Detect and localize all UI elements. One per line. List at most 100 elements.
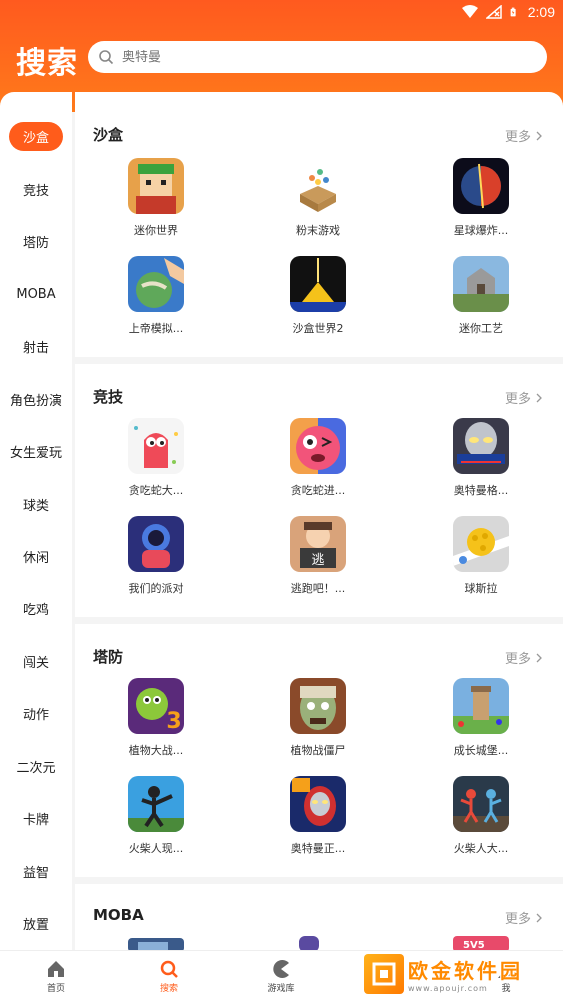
- stickman-battle-icon: [453, 776, 509, 832]
- game-name: 植物战僵尸: [290, 744, 346, 757]
- section-moba: MOBA 更多 5V5: [75, 884, 563, 950]
- moba-game-icon[interactable]: [128, 938, 184, 950]
- signal-off-icon: [485, 5, 502, 19]
- section-title: 竞技: [93, 388, 124, 406]
- status-time: 2:09: [527, 4, 555, 20]
- escape-icon: 逃: [290, 516, 346, 572]
- game-name: 贪吃蛇大...: [128, 484, 184, 497]
- game-item[interactable]: 植物战僵尸: [263, 678, 373, 758]
- sidebar-item-label: 沙盒: [8, 121, 63, 151]
- search-bar[interactable]: [88, 41, 547, 73]
- moba-game-icon[interactable]: 5V5: [453, 936, 509, 950]
- sidebar-item-levels[interactable]: 闯关: [0, 646, 72, 676]
- game-item[interactable]: 成长城堡...: [426, 678, 536, 758]
- search-icon: [99, 50, 114, 65]
- search-input[interactable]: [122, 49, 502, 65]
- game-library-icon: [273, 960, 289, 978]
- game-name: 星球爆炸...: [453, 224, 509, 237]
- section-competitive: 竞技 更多 贪吃蛇大... 贪吃蛇进... 奥特曼格... 我们的派对 逃 逃跑…: [75, 364, 563, 617]
- game-item[interactable]: 逃 逃跑吧！...: [263, 516, 373, 596]
- svg-text:5V5: 5V5: [463, 940, 485, 950]
- game-name: 我们的派对: [128, 582, 184, 595]
- game-item[interactable]: 火柴人大...: [426, 776, 536, 856]
- chevron-right-icon: [536, 393, 542, 402]
- sidebar-item-anime[interactable]: 二次元: [0, 751, 72, 781]
- watermark-logo-icon: [372, 962, 396, 986]
- sidebar-item-label: 竞技: [22, 183, 49, 199]
- game-item[interactable]: 星球爆炸...: [426, 158, 536, 238]
- game-item[interactable]: 迷你工艺: [426, 256, 536, 336]
- game-item[interactable]: 奥特曼格...: [426, 418, 536, 498]
- sidebar-item-sandbox[interactable]: 沙盒: [0, 121, 72, 151]
- game-name: 植物大战...: [128, 744, 184, 757]
- sidebar-item-card[interactable]: 卡牌: [0, 803, 72, 833]
- sidebar-item-battle-royale[interactable]: 吃鸡: [0, 593, 72, 623]
- sidebar-item-label: 吃鸡: [22, 602, 49, 618]
- sidebar-item-shooting[interactable]: 射击: [0, 331, 72, 361]
- moba-game-icon[interactable]: [299, 936, 319, 950]
- game-item[interactable]: 上帝模拟...: [101, 256, 211, 336]
- sidebar-item-ball[interactable]: 球类: [0, 489, 72, 519]
- mini-craft-icon: [453, 256, 509, 312]
- sidebar-item-label: 角色扮演: [9, 393, 62, 409]
- sidebar-item-tower-defense[interactable]: 塔防: [0, 226, 72, 256]
- page-title: 搜索: [16, 46, 78, 81]
- powder-game-icon: [290, 158, 346, 214]
- game-name: 奥特曼格...: [453, 484, 509, 497]
- sidebar-item-rpg[interactable]: 角色扮演: [0, 384, 72, 414]
- watermark-url: www.apoujr.com: [408, 984, 488, 993]
- sidebar-item-label: 放置: [22, 917, 49, 933]
- game-item[interactable]: 贪吃蛇进...: [263, 418, 373, 498]
- game-item[interactable]: 粉末游戏: [263, 158, 373, 238]
- more-label: 更多: [504, 130, 531, 145]
- game-name: 贪吃蛇进...: [290, 484, 346, 497]
- sidebar-item-label: 休闲: [22, 550, 49, 566]
- sidebar-item-competitive[interactable]: 竞技: [0, 174, 72, 204]
- game-item[interactable]: 迷你世界: [101, 158, 211, 238]
- sidebar-item-idle[interactable]: 放置: [0, 908, 72, 938]
- game-name: 沙盒世界2: [292, 322, 344, 335]
- ball-zilla-icon: [453, 516, 509, 572]
- more-link[interactable]: 更多: [505, 908, 543, 927]
- game-item[interactable]: 奥特曼正...: [263, 776, 373, 856]
- game-item[interactable]: 球斯拉: [426, 516, 536, 596]
- nav-game-library[interactable]: 游戏库: [251, 959, 311, 994]
- watermark: 欧金软件园 www.apoujr.com: [364, 952, 560, 996]
- game-name: 逃跑吧！...: [290, 582, 346, 595]
- sidebar-item-label: MOBA: [16, 286, 56, 302]
- section-tower-defense: 塔防 更多 3 植物大战... 植物战僵尸 成长城堡... 火柴人现... 奥特…: [75, 624, 563, 877]
- stickman-war-icon: [128, 776, 184, 832]
- game-item[interactable]: 3 植物大战...: [101, 678, 211, 758]
- more-label: 更多: [504, 392, 531, 407]
- sidebar-item-puzzle[interactable]: 益智: [0, 856, 72, 886]
- more-link[interactable]: 更多: [505, 126, 543, 145]
- nav-home[interactable]: 首页: [26, 959, 86, 994]
- pvz3-icon: 3: [128, 678, 184, 734]
- game-item[interactable]: 火柴人现...: [101, 776, 211, 856]
- sidebar-item-label: 球类: [22, 498, 49, 514]
- sidebar-item-moba[interactable]: MOBA: [0, 279, 72, 309]
- section-sandbox: 沙盒 更多 迷你世界 粉末游戏 星球爆炸... 上帝模拟... 沙盒世界2 迷你…: [75, 92, 563, 357]
- battery-icon: [510, 7, 516, 17]
- game-item[interactable]: 沙盒世界2: [263, 256, 373, 336]
- nav-label: 首页: [46, 984, 65, 994]
- sandbox-world-icon: [290, 256, 346, 312]
- svg-text:逃: 逃: [311, 553, 324, 568]
- more-link[interactable]: 更多: [505, 388, 543, 407]
- more-link[interactable]: 更多: [505, 648, 543, 667]
- sidebar-item-action[interactable]: 动作: [0, 698, 72, 728]
- ultraman-icon: [290, 776, 346, 832]
- sidebar-item-girls[interactable]: 女生爱玩: [0, 436, 72, 466]
- sidebar-item-label: 塔防: [22, 235, 49, 251]
- sidebar-item-label: 二次元: [16, 760, 56, 776]
- game-name: 上帝模拟...: [128, 322, 184, 335]
- game-item[interactable]: 我们的派对: [101, 516, 211, 596]
- more-label: 更多: [504, 912, 531, 927]
- game-item[interactable]: 贪吃蛇大...: [101, 418, 211, 498]
- game-name: 粉末游戏: [296, 224, 340, 237]
- game-name: 球斯拉: [464, 582, 498, 595]
- chevron-right-icon: [536, 653, 542, 662]
- nav-search[interactable]: 搜索: [139, 959, 199, 994]
- nav-label: 搜索: [159, 984, 178, 994]
- sidebar-item-casual[interactable]: 休闲: [0, 541, 72, 571]
